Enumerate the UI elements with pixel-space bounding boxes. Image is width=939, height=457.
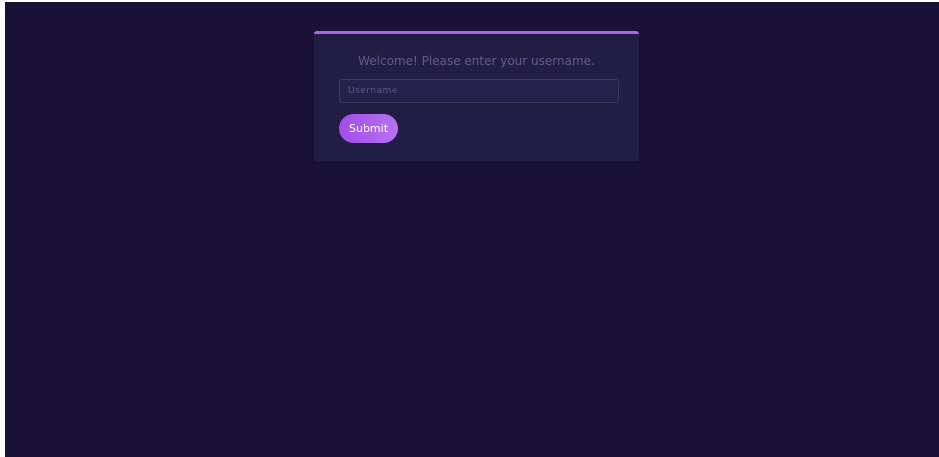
username-input[interactable] xyxy=(339,79,619,103)
welcome-message: Welcome! Please enter your username. xyxy=(358,54,595,68)
app-screen: Welcome! Please enter your username. Sub… xyxy=(5,2,939,457)
submit-button[interactable]: Submit xyxy=(339,114,398,143)
login-card: Welcome! Please enter your username. Sub… xyxy=(314,31,639,161)
